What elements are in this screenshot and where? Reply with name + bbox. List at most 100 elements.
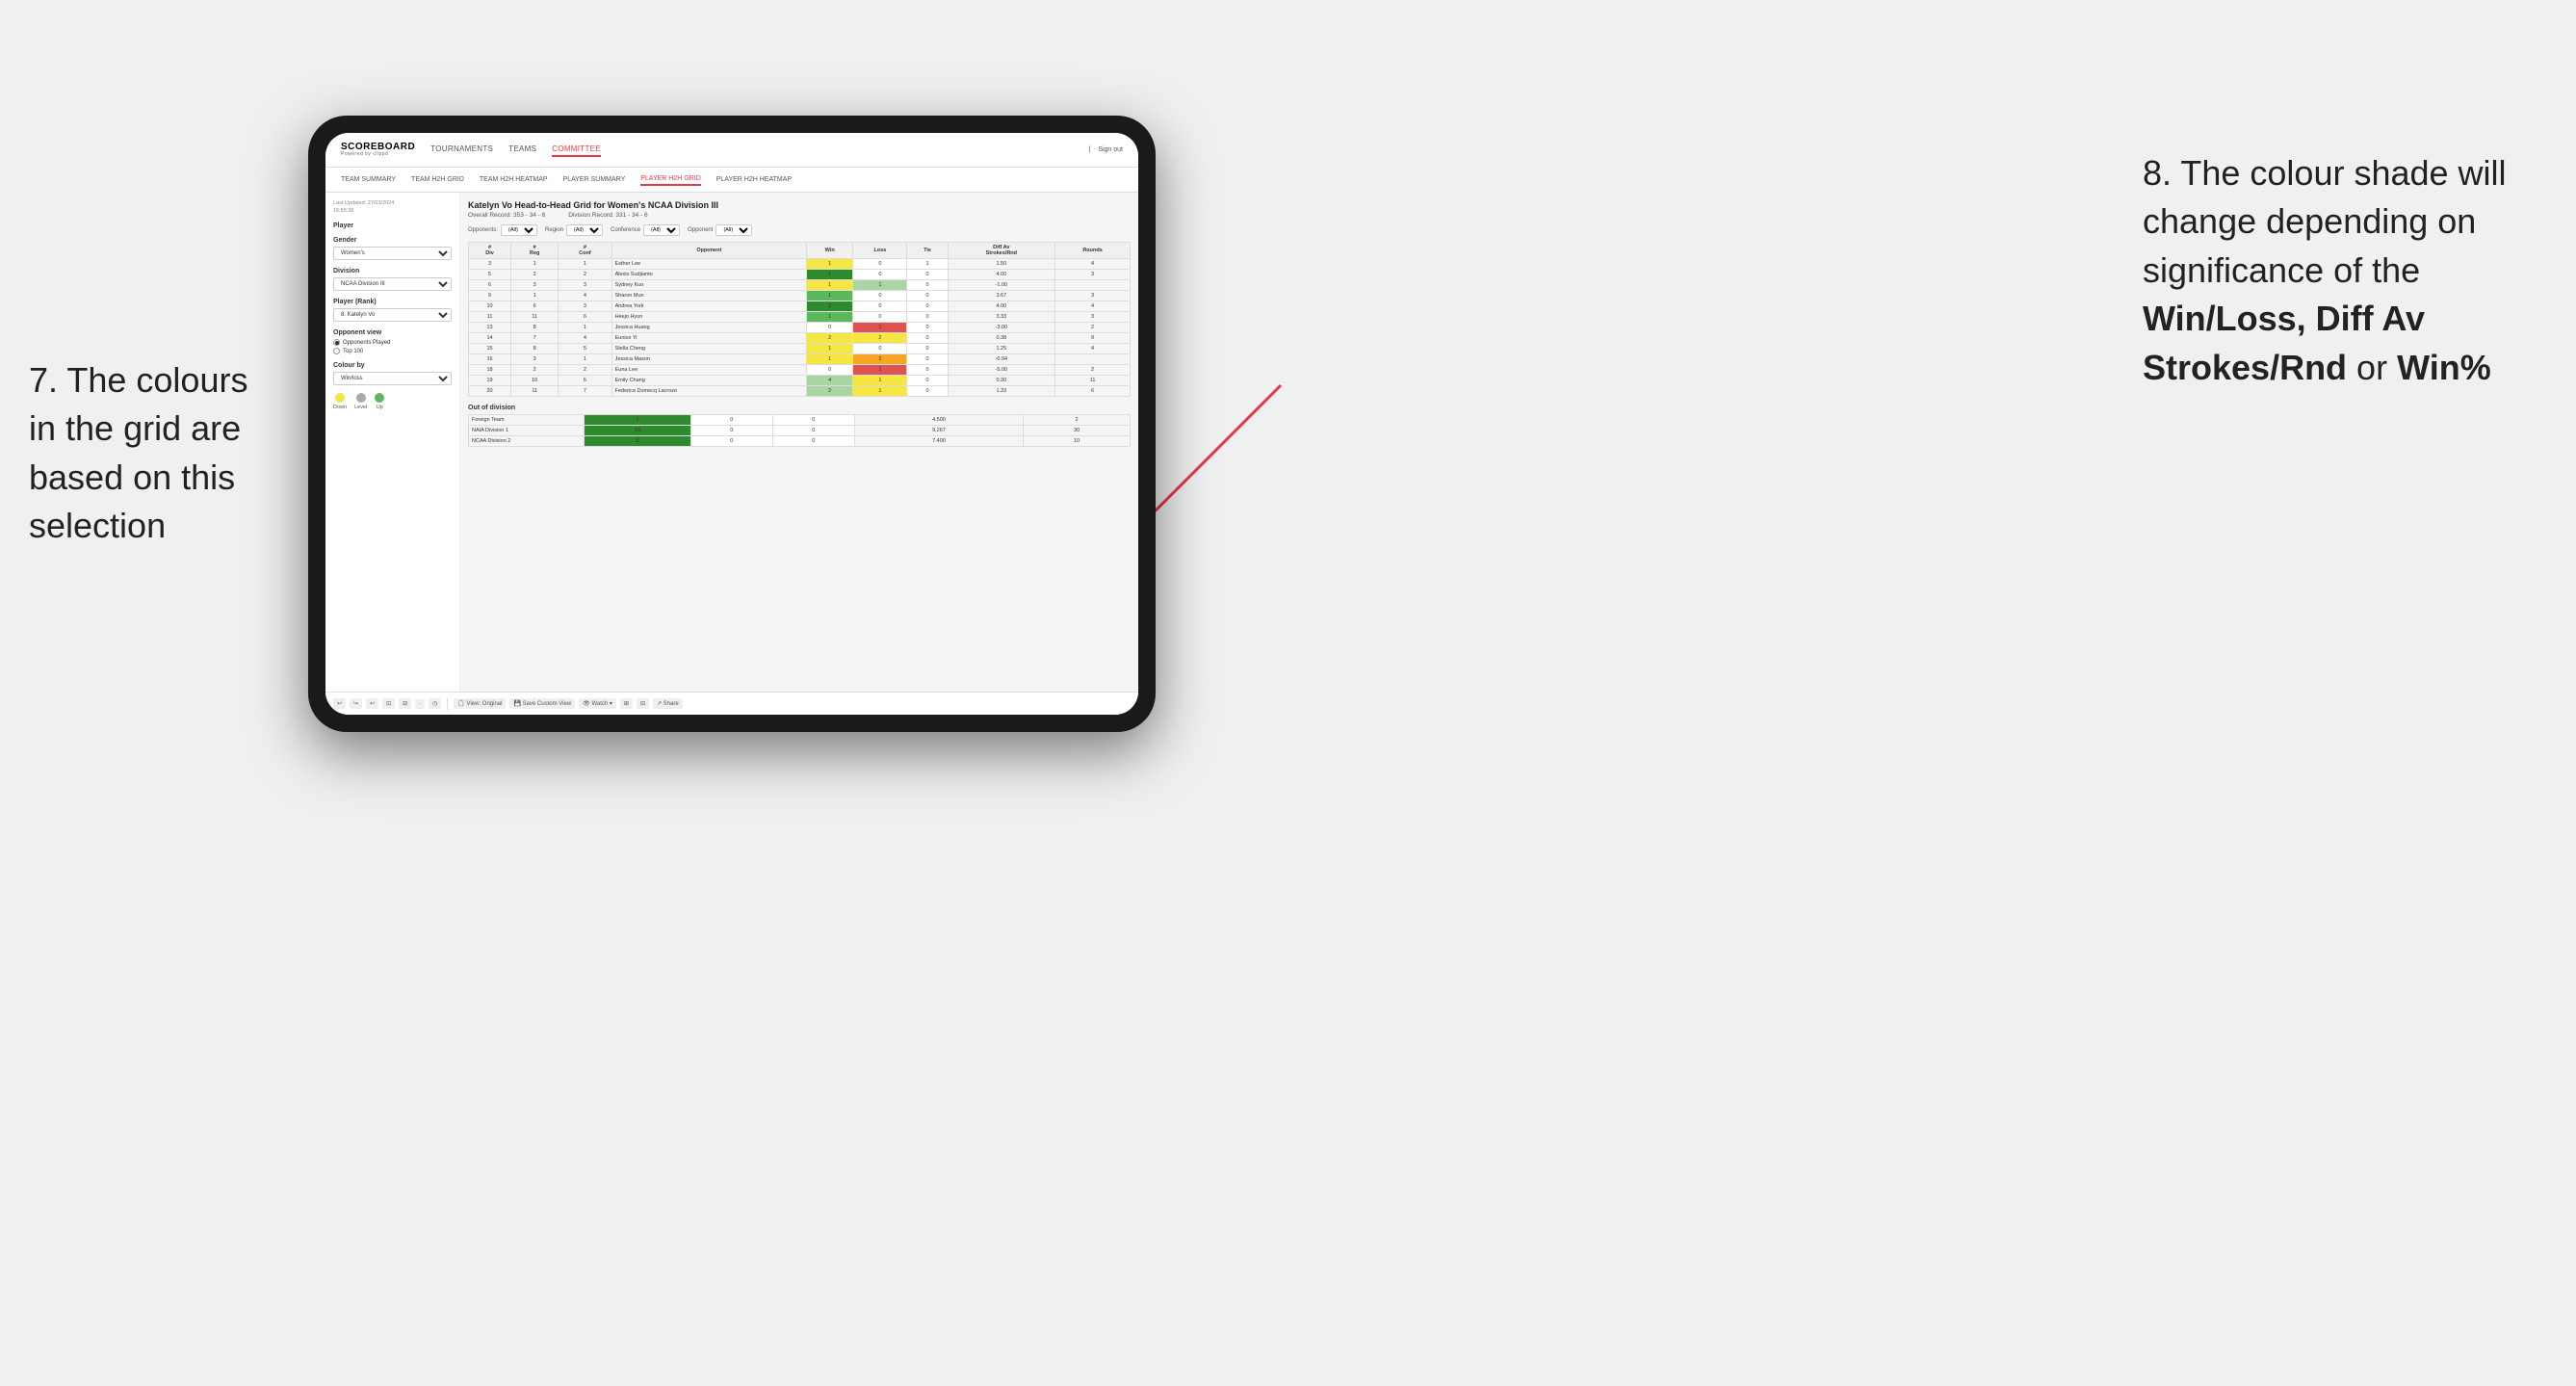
cell-rounds: 10 [1024, 436, 1131, 447]
nav-teams[interactable]: TEAMS [508, 143, 536, 157]
save-custom-view-button[interactable]: 💾 Save Custom View [509, 698, 575, 709]
cell-div: 20 [469, 386, 511, 397]
nav-committee[interactable]: COMMITTEE [552, 143, 601, 157]
cell-conf: 3 [559, 280, 611, 291]
cell-loss: 1 [853, 323, 907, 333]
region-filter-label: Region [545, 227, 563, 233]
table-button[interactable]: ⊟ [637, 698, 649, 709]
cell-loss: 1 [853, 365, 907, 376]
view-original-button[interactable]: 📋 View: Original [454, 698, 506, 709]
colour-by-select[interactable]: Win/loss [333, 372, 452, 385]
division-select[interactable]: NCAA Division III [333, 277, 452, 291]
logo-sub: Powered by clippd [341, 152, 415, 157]
table-row: Foreign Team 1 0 0 4.500 2 [469, 415, 1131, 426]
cell-win: 1 [807, 354, 853, 365]
fit-button[interactable]: ⊡ [382, 698, 395, 709]
cell-rounds: 2 [1055, 323, 1131, 333]
region-filter-select[interactable]: (All) [566, 224, 603, 236]
cell-loss: 2 [853, 354, 907, 365]
cell-tie: 0 [907, 323, 948, 333]
share-button[interactable]: ↗ Share [653, 698, 683, 709]
sub-nav-player-h2h-heatmap[interactable]: PLAYER H2H HEATMAP [716, 174, 792, 185]
cell-name: Sharon Mun [611, 291, 806, 301]
opponents-filter-select[interactable]: (All) [501, 224, 537, 236]
conference-filter-select[interactable]: (All) [643, 224, 680, 236]
legend-down-label: Down [333, 405, 347, 410]
undo-button[interactable]: ↩ [333, 698, 346, 709]
cell-rounds: 3 [1055, 291, 1131, 301]
cell-conf: 1 [559, 323, 611, 333]
last-updated-label: Last Updated: 27/03/2024 [333, 200, 394, 206]
cell-div: 18 [469, 365, 511, 376]
cell-tie: 0 [907, 376, 948, 386]
cell-name: Eunice Yi [611, 333, 806, 344]
left-annotation: 7. The colours in the grid are based on … [29, 356, 279, 551]
cell-name: Euna Lee [611, 365, 806, 376]
cell-reg: 2 [511, 365, 559, 376]
cell-loss: 0 [853, 259, 907, 270]
sign-out-link[interactable]: Sign out [1098, 146, 1123, 153]
division-record-value: 331 - 34 - 6 [615, 212, 647, 219]
cell-name: Andrea York [611, 301, 806, 312]
nav-items: TOURNAMENTS TEAMS COMMITTEE [430, 143, 1088, 157]
nav-bar: SCOREBOARDPowered by clippd TOURNAMENTS … [325, 133, 1138, 168]
cell-tie: 0 [772, 426, 854, 436]
cell-loss: 0 [853, 312, 907, 323]
legend-down: Down [333, 393, 347, 410]
conference-filter: Conference (All) [611, 224, 680, 236]
cell-rounds [1055, 280, 1131, 291]
sub-nav-team-summary[interactable]: TEAM SUMMARY [341, 174, 396, 185]
player-rank-select[interactable]: 8. Katelyn Vo [333, 308, 452, 322]
gender-select[interactable]: Women's [333, 247, 452, 260]
radio-top100-label: Top 100 [343, 349, 363, 354]
cell-name: Jessica Huang [611, 323, 806, 333]
cell-conf: 1 [559, 259, 611, 270]
grid-button[interactable]: ⊞ [620, 698, 633, 709]
clock-button[interactable]: ◷ [429, 698, 441, 709]
table-row: 15 8 5 Stella Cheng 1 0 0 1.25 4 [469, 344, 1131, 354]
more-button[interactable]: · [415, 699, 425, 709]
radio-opponents-played[interactable]: Opponents Played [333, 339, 452, 346]
sub-nav-player-h2h-grid[interactable]: PLAYER H2H GRID [640, 173, 701, 186]
cell-diff: 1.25 [948, 344, 1055, 354]
table-row: 9 1 4 Sharon Mun 1 0 0 3.67 3 [469, 291, 1131, 301]
cell-diff: 3.67 [948, 291, 1055, 301]
division-label: Division [333, 268, 452, 275]
nav-tournaments[interactable]: TOURNAMENTS [430, 143, 493, 157]
logo: SCOREBOARDPowered by clippd [341, 143, 430, 157]
cell-loss: 0 [690, 436, 772, 447]
cell-loss: 0 [853, 301, 907, 312]
sub-nav-player-summary[interactable]: PLAYER SUMMARY [563, 174, 626, 185]
out-of-division-table: Foreign Team 1 0 0 4.500 2 NAIA Division… [468, 414, 1131, 447]
cell-reg: 3 [511, 280, 559, 291]
cell-loss: 2 [853, 333, 907, 344]
opponent-filter-select[interactable]: (All) [716, 224, 752, 236]
cell-reg: 6 [511, 301, 559, 312]
back-button[interactable]: ↩ [366, 698, 378, 709]
watch-button[interactable]: 👁 Watch ▾ [579, 698, 616, 709]
player-rank-label: Player (Rank) [333, 299, 452, 305]
cell-win: 5 [585, 436, 691, 447]
cell-rounds: 4 [1055, 301, 1131, 312]
sub-nav-team-h2h-grid[interactable]: TEAM H2H GRID [411, 174, 464, 185]
zoom-button[interactable]: ⊟ [399, 698, 411, 709]
cell-name: Federica Domecq Lacroze [611, 386, 806, 397]
cell-tie: 0 [907, 291, 948, 301]
sub-nav-team-h2h-heatmap[interactable]: TEAM H2H HEATMAP [480, 174, 548, 185]
cell-conf: 7 [559, 386, 611, 397]
overall-record: Overall Record: 353 - 34 - 6 [468, 212, 545, 219]
redo-button[interactable]: ↪ [350, 698, 362, 709]
radio-top100[interactable]: Top 100 [333, 348, 452, 354]
main-data-table: #Div #Reg #Conf Opponent Win Loss Tie Di… [468, 242, 1131, 397]
table-row: NCAA Division 2 5 0 0 7.400 10 [469, 436, 1131, 447]
cell-rounds: 4 [1055, 259, 1131, 270]
gender-label: Gender [333, 237, 452, 244]
cell-tie: 1 [907, 259, 948, 270]
col-tie: Tie [907, 243, 948, 259]
cell-div: 19 [469, 376, 511, 386]
cell-rounds: 30 [1024, 426, 1131, 436]
cell-conf: 2 [559, 270, 611, 280]
last-updated: Last Updated: 27/03/2024 16:55:38 [333, 200, 452, 215]
cell-tie: 0 [907, 344, 948, 354]
cell-reg: 11 [511, 386, 559, 397]
